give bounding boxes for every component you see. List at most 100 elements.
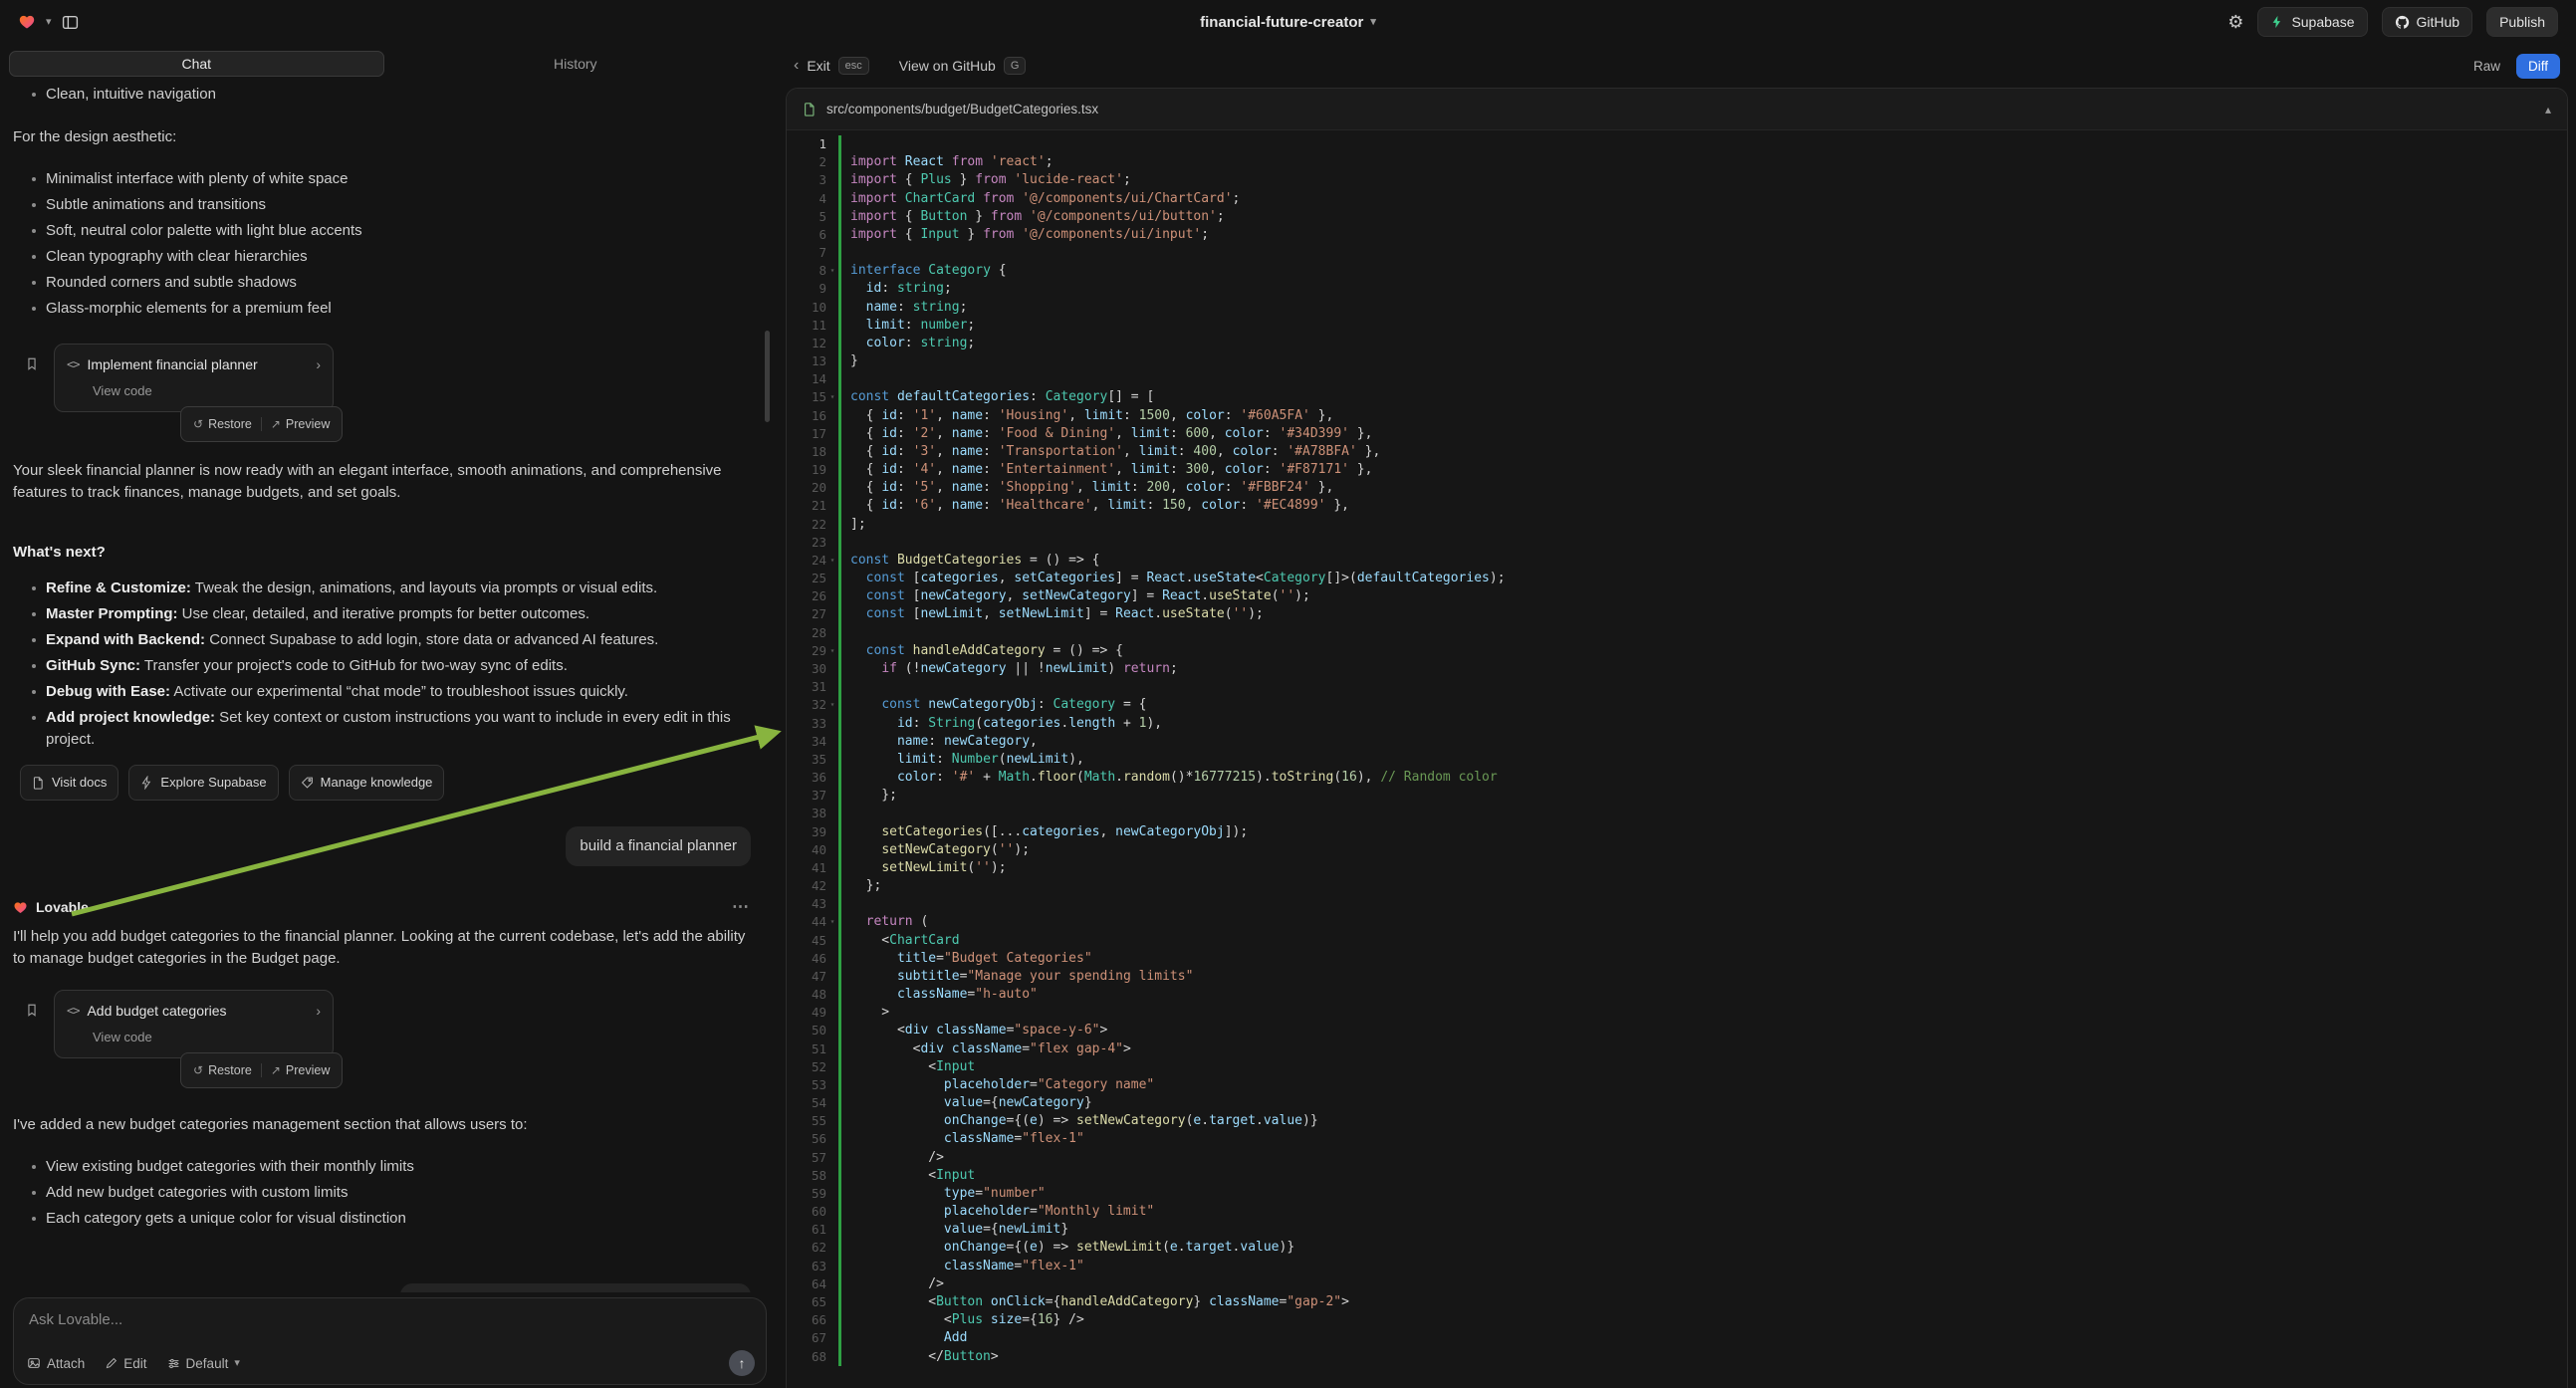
bookmark-icon[interactable] [25, 356, 39, 371]
toggle-sidebar-icon[interactable] [62, 14, 79, 31]
line-number: 44 [787, 913, 826, 931]
preview-button[interactable]: ↗ Preview [262, 410, 340, 438]
implement-financial-planner-card[interactable]: <> Implement financial planner › View co… [54, 344, 334, 412]
diff-added-gutter [838, 280, 841, 298]
chat-input[interactable] [29, 1311, 751, 1328]
restore-icon: ↺ [193, 1059, 203, 1081]
diff-added-gutter [838, 153, 841, 171]
bolt-icon [140, 776, 153, 790]
code-line: 64 /> [787, 1275, 2567, 1293]
diff-added-gutter [838, 1275, 841, 1293]
fold-chevron-icon [826, 986, 838, 1004]
view-on-github-link[interactable]: View on GitHub G [899, 57, 1027, 75]
send-button[interactable]: ↑ [729, 1350, 755, 1376]
file-header[interactable]: src/components/budget/BudgetCategories.t… [787, 89, 2567, 130]
line-number: 12 [787, 335, 826, 352]
tab-chat[interactable]: Chat [9, 51, 384, 77]
restore-button[interactable]: ↺ Restore [184, 1056, 261, 1084]
fold-chevron-icon: ▾ [826, 696, 838, 714]
add-budget-categories-card[interactable]: <> Add budget categories › View code [54, 990, 334, 1058]
workspace-chevron-down-icon[interactable]: ▾ [46, 17, 52, 28]
view-code-link[interactable]: View code [93, 380, 321, 402]
model-selector[interactable]: Default ▾ [167, 1356, 240, 1371]
code-line: 51 <div className="flex gap-4"> [787, 1041, 2567, 1058]
attach-button[interactable]: Attach [27, 1356, 85, 1371]
line-number: 59 [787, 1185, 826, 1203]
fold-chevron-icon [826, 370, 838, 388]
line-number: 26 [787, 587, 826, 605]
explore-supabase-button[interactable]: Explore Supabase [128, 765, 278, 801]
edit-mode-button[interactable]: Edit [105, 1356, 146, 1371]
code-line: 45 <ChartCard [787, 932, 2567, 950]
project-switcher[interactable]: financial-future-creator ▾ [1200, 14, 1376, 31]
view-code-link[interactable]: View code [93, 1027, 321, 1048]
restore-button[interactable]: ↺ Restore [184, 410, 261, 438]
raw-toggle-button[interactable]: Raw [2463, 54, 2510, 79]
fold-chevron-icon [826, 1185, 838, 1203]
diff-added-gutter [838, 370, 841, 388]
github-kbd: G [1004, 57, 1027, 75]
code-line: 41 setNewLimit(''); [787, 859, 2567, 877]
line-number: 29 [787, 642, 826, 660]
diff-added-gutter [838, 1203, 841, 1221]
line-number: 40 [787, 841, 826, 859]
restore-icon: ↺ [193, 413, 203, 435]
visit-docs-button[interactable]: Visit docs [20, 765, 118, 801]
chat-feed[interactable]: Clean, intuitive navigation For the desi… [0, 80, 772, 1292]
lovable-logo-heart-icon[interactable] [18, 13, 36, 31]
bookmark-icon[interactable] [25, 1003, 39, 1018]
diff-added-gutter [838, 1293, 841, 1311]
collapse-chevron-up-icon[interactable]: ▴ [2545, 103, 2551, 116]
chat-scrollbar-thumb[interactable] [765, 331, 770, 422]
line-number: 35 [787, 751, 826, 769]
line-number: 57 [787, 1149, 826, 1167]
settings-gear-icon[interactable]: ⚙ [2227, 12, 2243, 33]
fold-chevron-icon [826, 153, 838, 171]
supabase-button[interactable]: Supabase [2257, 7, 2367, 37]
code-line: 60 placeholder="Monthly limit" [787, 1203, 2567, 1221]
fold-chevron-icon [826, 1076, 838, 1094]
code-line: 26 const [newCategory, setNewCategory] =… [787, 587, 2567, 605]
quick-actions-row: Visit docs Explore Supabase Manage knowl… [20, 765, 751, 801]
diff-added-gutter [838, 968, 841, 986]
fold-chevron-icon [826, 534, 838, 552]
code-editor[interactable]: 12import React from 'react';3import { Pl… [787, 130, 2567, 1388]
publish-button[interactable]: Publish [2486, 7, 2558, 37]
list-item: Clean typography with clear hierarchies [31, 246, 751, 268]
code-icon: <> [67, 1000, 79, 1022]
fold-chevron-icon [826, 1130, 838, 1148]
code-line: 14 [787, 370, 2567, 388]
line-number: 24 [787, 552, 826, 570]
code-line: 23 [787, 534, 2567, 552]
diff-added-gutter [838, 1076, 841, 1094]
line-number: 25 [787, 570, 826, 587]
list-item: Glass-morphic elements for a premium fee… [31, 298, 751, 320]
code-line: 32▾ const newCategoryObj: Category = { [787, 696, 2567, 714]
fold-chevron-icon [826, 1167, 838, 1185]
line-number: 56 [787, 1130, 826, 1148]
fold-chevron-icon [826, 605, 838, 623]
diff-added-gutter [838, 605, 841, 623]
lovable-heart-icon [13, 900, 28, 915]
code-line: 37 }; [787, 787, 2567, 805]
preview-button[interactable]: ↗ Preview [262, 1056, 340, 1084]
tab-history[interactable]: History [388, 51, 764, 77]
chevron-right-icon: › [316, 353, 321, 375]
fold-chevron-icon [826, 461, 838, 479]
manage-knowledge-button[interactable]: Manage knowledge [289, 765, 445, 801]
diff-added-gutter [838, 1258, 841, 1275]
diff-added-gutter [838, 733, 841, 751]
github-button[interactable]: GitHub [2382, 7, 2473, 37]
code-line: 43 [787, 895, 2567, 913]
line-number: 4 [787, 190, 826, 208]
more-options-icon[interactable]: ⋯ [732, 896, 751, 918]
diff-toggle-button[interactable]: Diff [2516, 54, 2560, 79]
chat-history-tabs: Chat History [0, 44, 772, 77]
code-line: 13} [787, 352, 2567, 370]
external-link-icon: ↗ [271, 413, 281, 435]
line-number: 8 [787, 262, 826, 280]
line-number: 2 [787, 153, 826, 171]
exit-button[interactable]: ‹ Exit esc [794, 57, 869, 75]
file-path: src/components/budget/BudgetCategories.t… [826, 102, 1098, 116]
aesthetic-heading: For the design aesthetic: [13, 126, 751, 148]
